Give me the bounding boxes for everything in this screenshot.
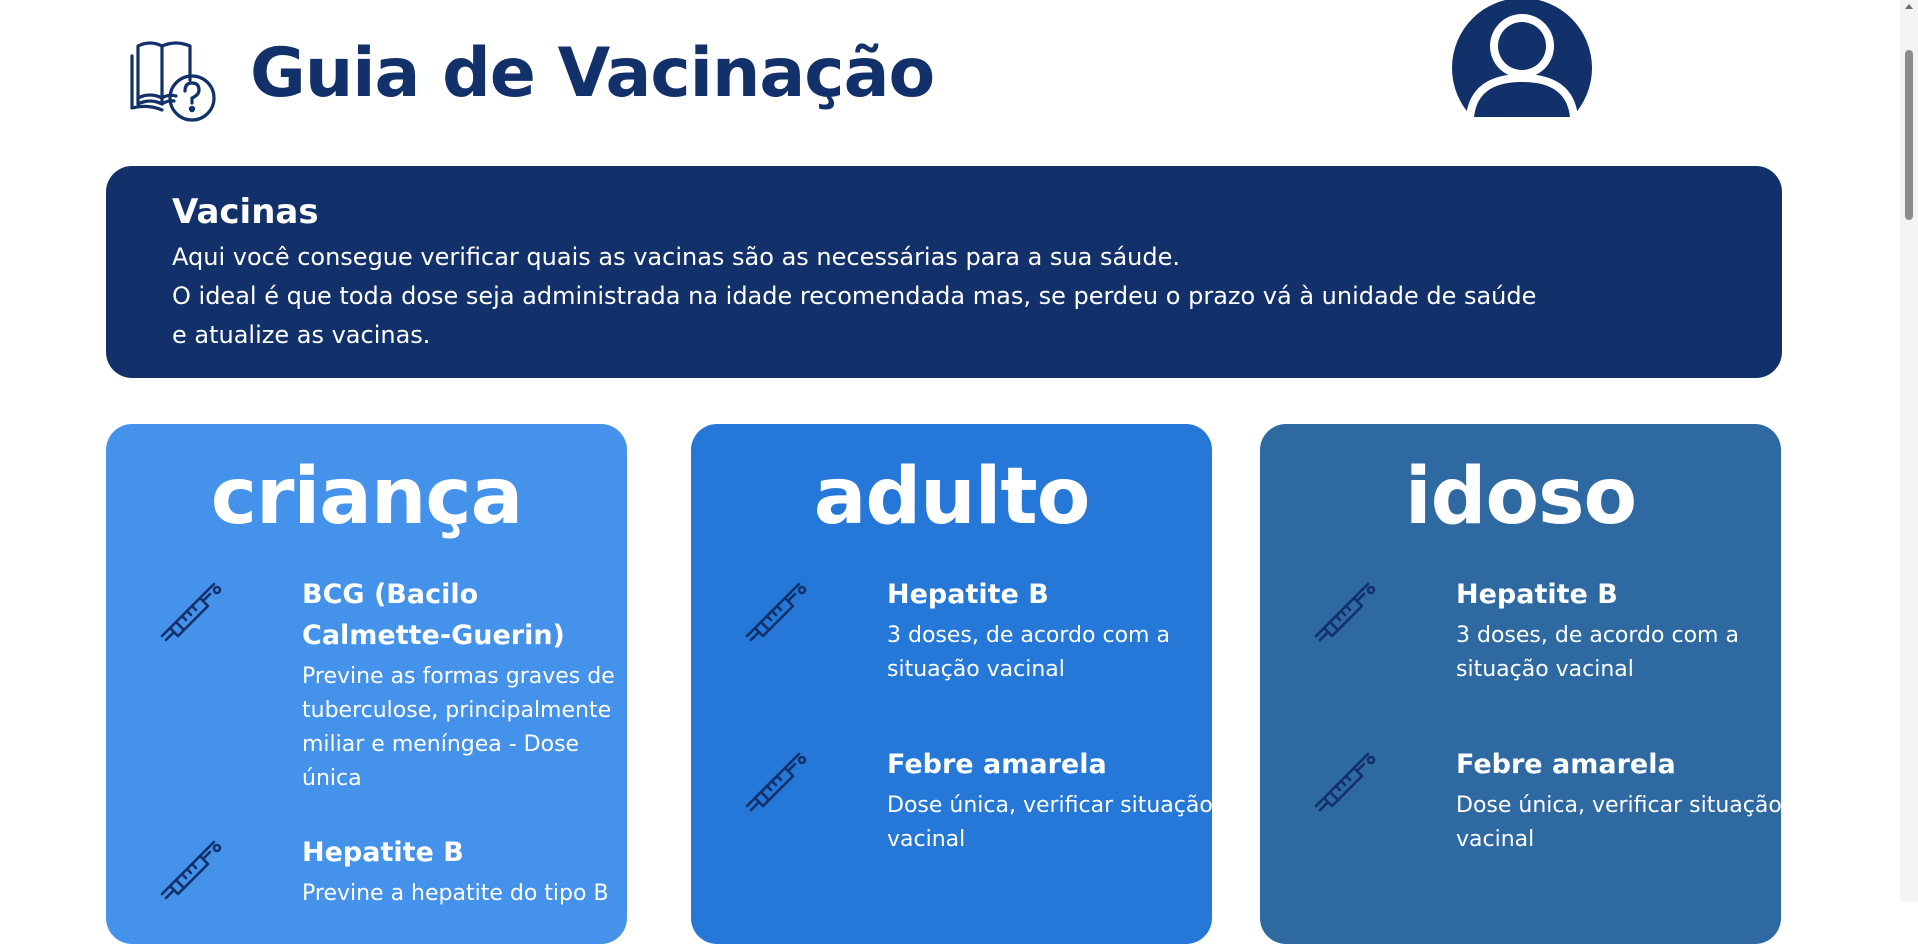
vaccine-description: Dose única, verificar situação vacinal xyxy=(1456,793,1781,852)
scroll-up-arrow-icon[interactable] xyxy=(1905,4,1913,9)
page-scrollbar[interactable] xyxy=(1900,0,1918,902)
user-avatar-icon[interactable] xyxy=(1452,0,1592,117)
vaccine-name: Hepatite B xyxy=(887,579,1049,610)
vaccine-description: 3 doses, de acordo com a situação vacina… xyxy=(887,623,1170,682)
book-question-icon xyxy=(130,41,216,122)
vaccine-item: Hepatite B 3 doses, de acordo com a situ… xyxy=(1310,574,1760,687)
vaccine-name: BCG (Bacilo Calmette-Guerin) xyxy=(302,579,565,651)
vaccine-item: Febre amarela Dose única, verificar situ… xyxy=(741,744,1212,857)
vaccine-name: Hepatite B xyxy=(302,837,464,868)
vaccine-name: Febre amarela xyxy=(887,749,1107,780)
card-adulto: adulto Hepatite B 3 doses, de acordo com… xyxy=(691,424,1212,944)
scrollbar-thumb[interactable] xyxy=(1905,50,1913,220)
intro-text-line: O ideal é que toda dose seja administrad… xyxy=(172,282,1537,310)
syringe-icon xyxy=(1314,752,1376,812)
card-title: idoso xyxy=(1404,452,1637,542)
page-title: Guia de Vacinação xyxy=(250,34,935,113)
syringe-icon xyxy=(160,582,222,642)
card-idoso: idoso Hepatite B 3 doses, de acordo com … xyxy=(1260,424,1781,944)
card-title: criança xyxy=(210,452,523,542)
vaccine-description: 3 doses, de acordo com a situação vacina… xyxy=(1456,623,1739,682)
intro-title: Vacinas xyxy=(172,192,319,232)
intro-text-line: Aqui você consegue verificar quais as va… xyxy=(172,243,1181,271)
vaccine-item: Febre amarela Dose única, verificar situ… xyxy=(1310,744,1781,857)
vaccine-name: Hepatite B xyxy=(1456,579,1618,610)
vaccine-description: Previne a hepatite do tipo B xyxy=(302,881,609,906)
page: Guia de Vacinação Vacinas Aqui você cons… xyxy=(0,0,1918,944)
vaccine-item: BCG (Bacilo Calmette-Guerin) Previne as … xyxy=(156,574,615,796)
syringe-icon xyxy=(160,840,222,900)
vaccine-description: Previne as formas graves de tuberculose,… xyxy=(302,664,615,791)
vaccine-item: Hepatite B Previne a hepatite do tipo B xyxy=(156,832,609,911)
vaccine-item: Hepatite B 3 doses, de acordo com a situ… xyxy=(741,574,1191,687)
card-crianca: criança BCG (Bacilo Calmette-Guerin) Pre… xyxy=(106,424,627,944)
intro-banner: Vacinas Aqui você consegue verificar qua… xyxy=(106,166,1782,378)
vaccine-name: Febre amarela xyxy=(1456,749,1676,780)
vaccine-description: Dose única, verificar situação vacinal xyxy=(887,793,1212,852)
syringe-icon xyxy=(1314,582,1376,642)
intro-text-line: e atualize as vacinas. xyxy=(172,321,431,349)
syringe-icon xyxy=(745,752,807,812)
syringe-icon xyxy=(745,582,807,642)
card-title: adulto xyxy=(813,452,1091,542)
